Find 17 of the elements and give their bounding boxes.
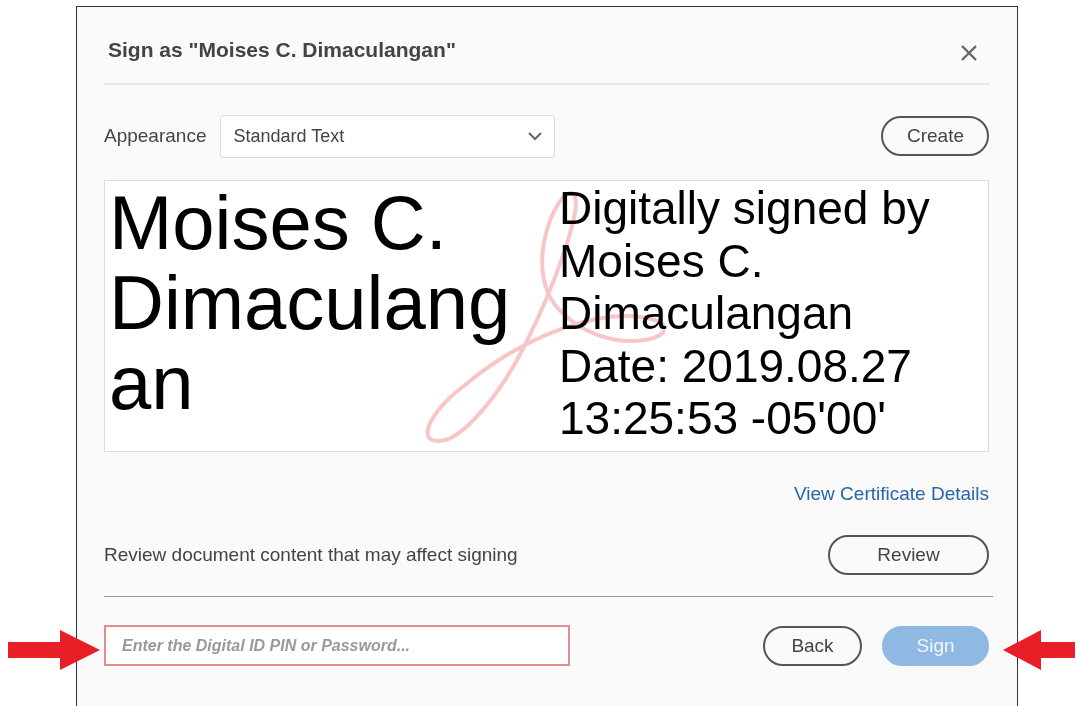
view-certificate-link[interactable]: View Certificate Details bbox=[794, 483, 989, 505]
signature-detail-line: Dimaculangan bbox=[559, 287, 855, 340]
signature-detail-line: Moises C. bbox=[559, 234, 765, 287]
signature-name: Moises C. Dimaculangan bbox=[108, 183, 512, 427]
create-button[interactable]: Create bbox=[881, 116, 989, 156]
signature-detail-line: Digitally signed by bbox=[559, 182, 930, 235]
password-field[interactable]: Enter the Digital ID PIN or Password... bbox=[104, 625, 570, 666]
appearance-dropdown[interactable]: Standard Text bbox=[220, 114, 556, 158]
chevron-down-icon bbox=[528, 131, 543, 141]
appearance-label: Appearance bbox=[104, 125, 207, 147]
close-icon[interactable] bbox=[961, 45, 977, 61]
signature-detail-line: Date: 2019.08.27 bbox=[559, 339, 913, 392]
dialog-title: Sign as "Moises C. Dimaculangan" bbox=[108, 38, 456, 62]
signature-detail-line: 13:25:53 -05'00' bbox=[559, 392, 888, 445]
review-message: Review document content that may affect signing bbox=[104, 544, 518, 566]
review-button[interactable]: Review bbox=[828, 535, 989, 575]
back-button[interactable]: Back bbox=[763, 625, 862, 666]
